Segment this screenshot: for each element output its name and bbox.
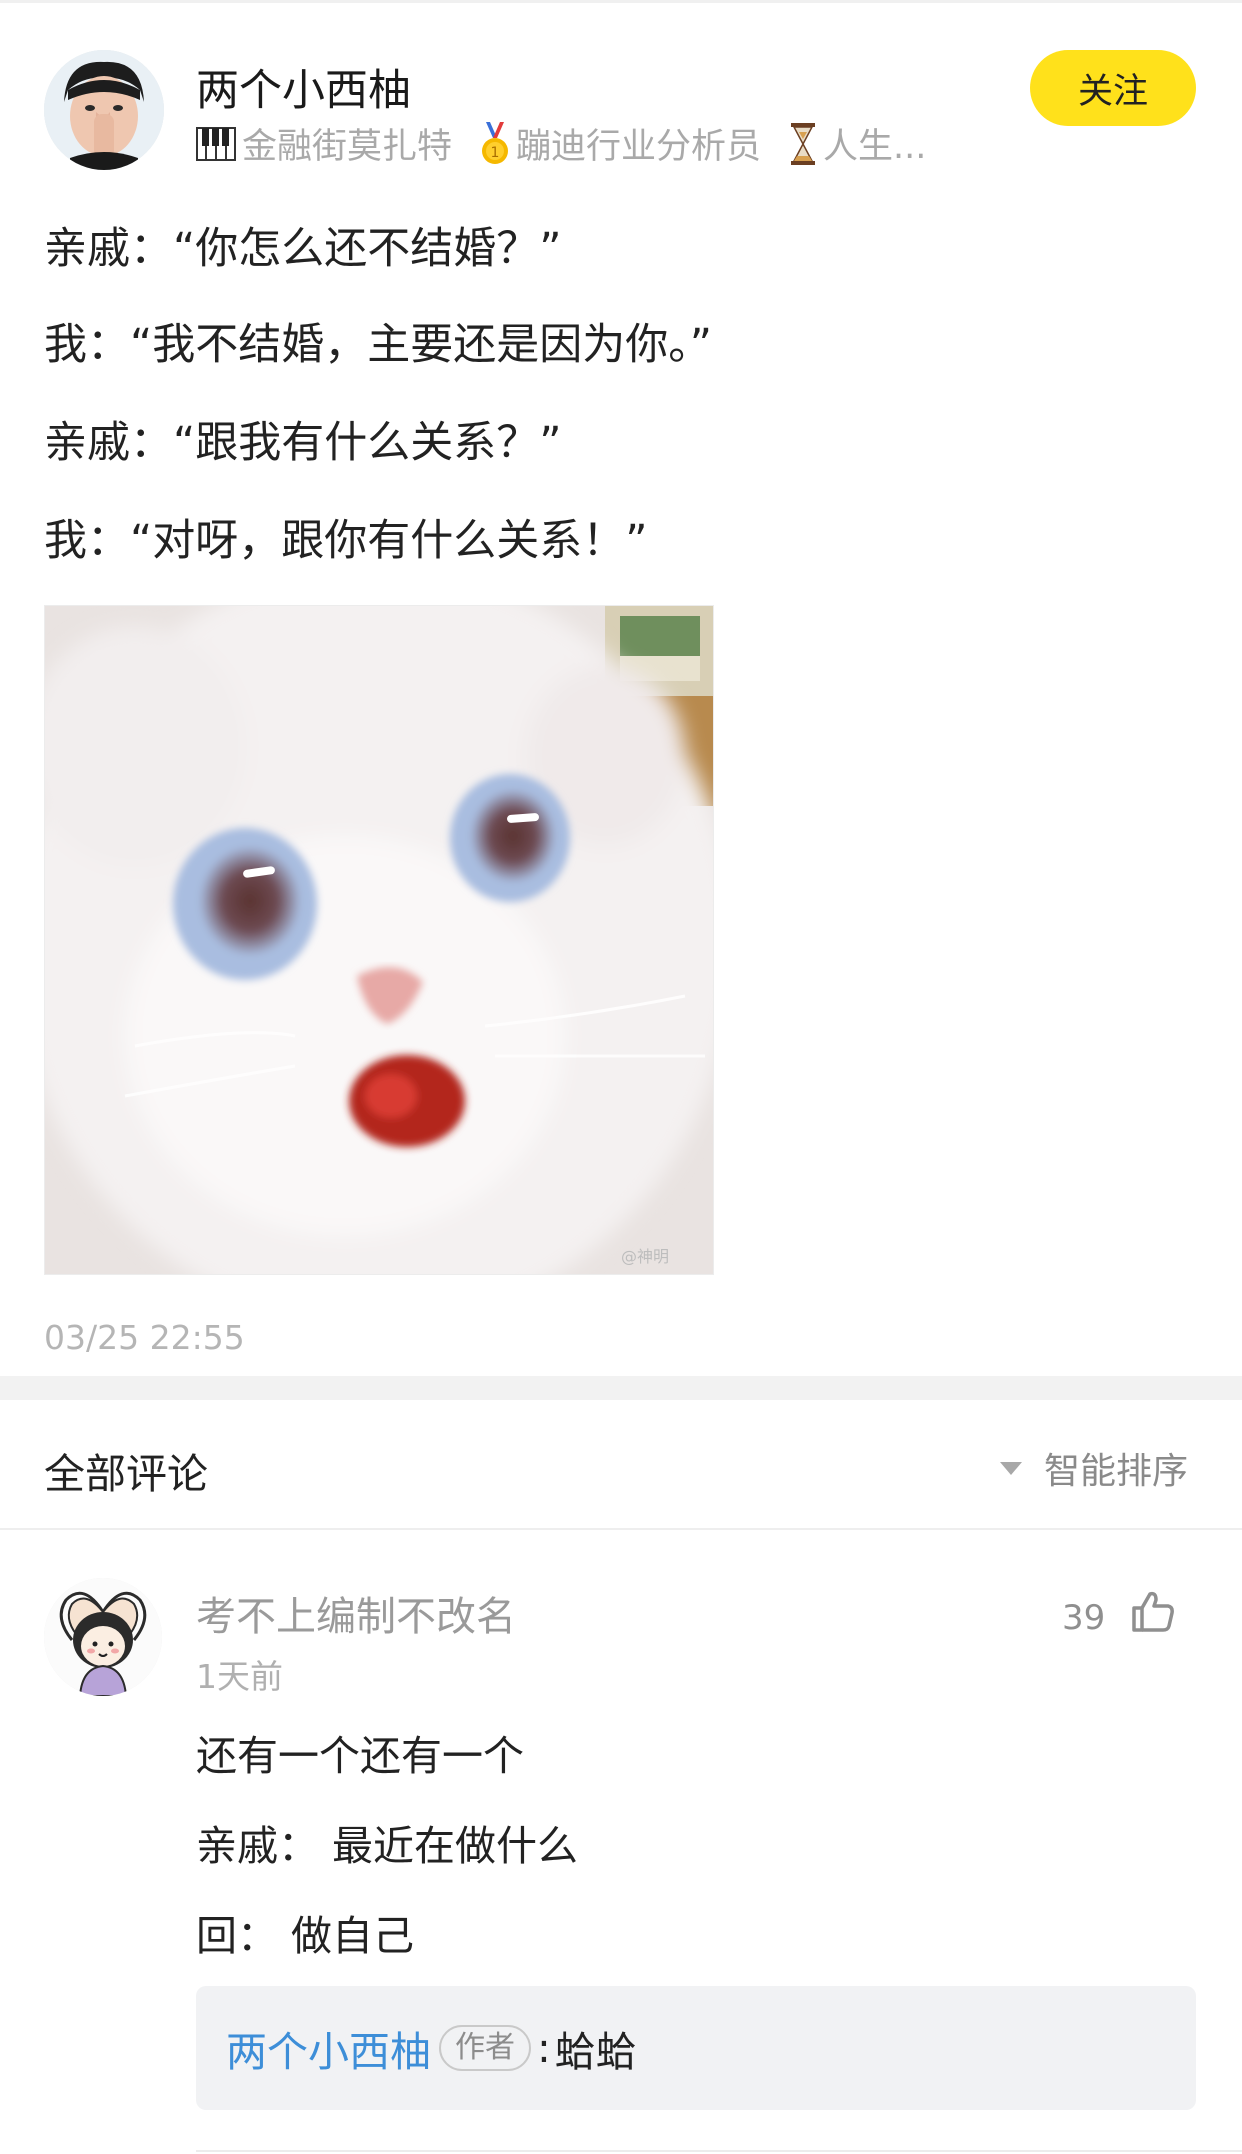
- badge-3-label: 人生...: [823, 127, 927, 167]
- caret-down-icon: [1000, 1461, 1022, 1475]
- post-image[interactable]: @神明: [44, 605, 714, 1275]
- author-tag-badge: 作者: [439, 2025, 531, 2071]
- follow-button[interactable]: 关注: [1030, 50, 1196, 126]
- author-name[interactable]: 两个小西柚: [196, 56, 411, 118]
- comment-bottom-divider: [196, 2150, 1242, 2152]
- comment-text-line-2: 亲戚： 最近在做什么: [196, 1822, 579, 1870]
- reply-colon: :: [537, 2024, 551, 2072]
- image-watermark: @神明: [621, 1247, 669, 1266]
- post-text-line-1: 亲戚：“你怎么还不结婚？”: [44, 224, 562, 274]
- post-text-line-3: 亲戚：“跟我有什么关系？”: [44, 418, 562, 468]
- comment-text-line-1: 还有一个还有一个: [196, 1732, 524, 1780]
- medal-icon: 1: [482, 121, 509, 164]
- post-text-line-2: 我：“我不结婚，主要还是因为你。”: [44, 320, 713, 370]
- badge-2: 1 蹦迪行业分析员: [480, 118, 761, 169]
- post-text-line-4: 我：“对呀，跟你有什么关系！”: [44, 516, 648, 566]
- badge-1-label: 金融街莫扎特: [242, 127, 453, 167]
- commenter-name[interactable]: 考不上编制不改名: [196, 1584, 516, 1642]
- badge-2-label: 蹦迪行业分析员: [516, 127, 762, 167]
- author-avatar[interactable]: [44, 50, 164, 170]
- comments-divider: [0, 1528, 1242, 1530]
- section-separator: [0, 1376, 1242, 1400]
- author-badges: 金融街莫扎特 1 蹦迪行业分析员 人生...: [196, 118, 926, 169]
- like-count: 39: [1062, 1598, 1106, 1638]
- reply-text: 蛤蛤: [554, 2028, 637, 2076]
- sort-label: 智能排序: [1044, 1451, 1189, 1492]
- piano-icon: [196, 126, 236, 161]
- sort-dropdown[interactable]: 智能排序: [1000, 1442, 1188, 1494]
- thumbs-up-icon[interactable]: [1128, 1588, 1176, 1636]
- badge-3: 人生...: [789, 118, 926, 169]
- author-reply[interactable]: 两个小西柚 作者 : 蛤蛤: [196, 1986, 1196, 2110]
- post-timestamp: 03/25 22:55: [44, 1318, 245, 1357]
- comments-title: 全部评论: [44, 1450, 208, 1498]
- svg-text:1: 1: [491, 145, 500, 161]
- badge-1: 金融街莫扎特: [196, 118, 452, 169]
- reply-author-name[interactable]: 两个小西柚: [226, 2018, 431, 2078]
- hourglass-icon: [791, 122, 816, 165]
- comment-text-line-3: 回： 做自己: [196, 1912, 415, 1960]
- top-divider: [0, 0, 1242, 3]
- comment-time: 1天前: [196, 1657, 283, 1696]
- commenter-avatar[interactable]: [44, 1578, 162, 1696]
